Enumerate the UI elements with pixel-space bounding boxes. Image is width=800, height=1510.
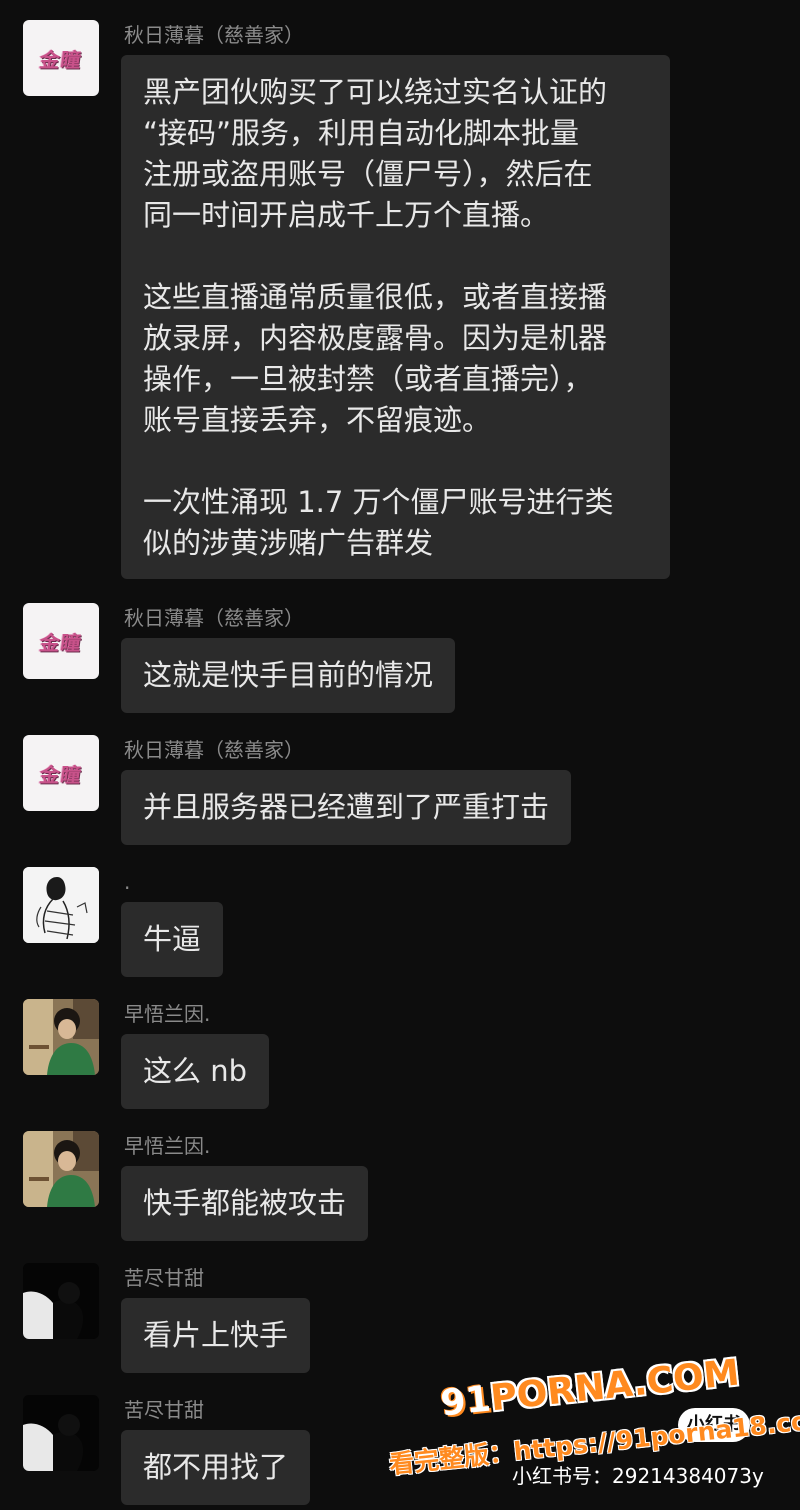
person-photo-icon [23,1131,99,1207]
photo-avatar[interactable] [23,1131,99,1207]
logo-avatar[interactable]: 金瞳 [23,735,99,811]
paragraph: 这些直播通常质量很低，或者直接播 放录屏，内容极度露骨。因为是机器 操作，一旦被… [143,277,648,441]
sender-name: 秋日薄暮（慈善家） [124,738,304,762]
message-bubble[interactable]: 牛逼 [121,902,224,977]
message-bubble[interactable]: 这就是快手目前的情况 [121,638,456,713]
silhouette-icon [23,1263,99,1339]
message-bubble[interactable]: 并且服务器已经遭到了严重打击 [121,770,572,845]
silhouette-icon [23,1395,99,1471]
logo-avatar-text: 金瞳 [38,47,84,72]
text-line: 同一时间开启成千上万个直播。 [143,198,550,232]
message-bubble[interactable]: 黑产团伙购买了可以绕过实名认证的 “接码”服务，利用自动化脚本批量 注册或盗用账… [121,55,670,579]
message-bubble[interactable]: 都不用找了 [121,1430,311,1505]
watermark-brand-name: PORNA.COM [488,1352,742,1420]
text-line: 操作，一旦被封禁（或者直播完）， [143,362,593,396]
person-photo-icon [23,999,99,1075]
sender-name: 苦尽甘甜 [124,1266,204,1290]
photo-avatar[interactable] [23,999,99,1075]
sender-name: 早悟兰因. [124,1002,211,1026]
logo-avatar-text: 金瞳 [38,762,84,787]
logo-avatar[interactable]: 金瞳 [23,20,99,96]
chat-window: 金瞳 秋日薄暮（慈善家） 黑产团伙购买了可以绕过实名认证的 “接码”服务，利用自… [0,0,800,1510]
message-bubble[interactable]: 这么 nb [121,1034,270,1109]
xiaohongshu-badge: 小红书 [678,1408,750,1442]
logo-avatar-text: 金瞳 [38,630,84,655]
text-line: 这些直播通常质量很低，或者直接播 [143,280,608,314]
message-bubble[interactable]: 快手都能被攻击 [121,1166,369,1241]
watermark-account-id: 小红书号：29214384073y [512,1464,764,1488]
sender-name: 苦尽甘甜 [124,1398,204,1422]
sketch-avatar[interactable] [23,867,99,943]
sender-name: 秋日薄暮（慈善家） [124,606,304,630]
paragraph: 一次性涌现 1.7 万个僵尸账号进行类 似的涉黄涉赌广告群发 [143,482,648,564]
text-line: 放录屏，内容极度露骨。因为是机器 [143,321,608,355]
text-line: 注册或盗用账号（僵尸号），然后在 [143,157,593,191]
silhouette-avatar[interactable] [23,1395,99,1471]
logo-avatar[interactable]: 金瞳 [23,603,99,679]
watermark-brand-prefix: 91 [438,1378,493,1425]
sketch-figure-icon [23,867,99,943]
message-bubble[interactable]: 看片上快手 [121,1298,311,1373]
sender-name: . [124,870,131,894]
text-line: “接码”服务，利用自动化脚本批量 [143,116,580,150]
silhouette-avatar[interactable] [23,1263,99,1339]
text-line: 似的涉黄涉赌广告群发 [143,526,434,560]
paragraph: 黑产团伙购买了可以绕过实名认证的 “接码”服务，利用自动化脚本批量 注册或盗用账… [143,72,648,236]
watermark-brand: 91PORNA.COM [439,1352,742,1424]
watermark-url: 看完整版：https://91porna18.com [387,1403,800,1480]
sender-name: 早悟兰因. [124,1134,211,1158]
text-line: 黑产团伙购买了可以绕过实名认证的 [143,75,608,109]
text-line: 一次性涌现 1.7 万个僵尸账号进行类 [143,485,614,519]
text-line: 账号直接丢弃，不留痕迹。 [143,403,492,437]
watermark: 91PORNA.COM 小红书 看完整版：https://91porna18.c… [380,1350,800,1510]
sender-name: 秋日薄暮（慈善家） [124,23,304,47]
